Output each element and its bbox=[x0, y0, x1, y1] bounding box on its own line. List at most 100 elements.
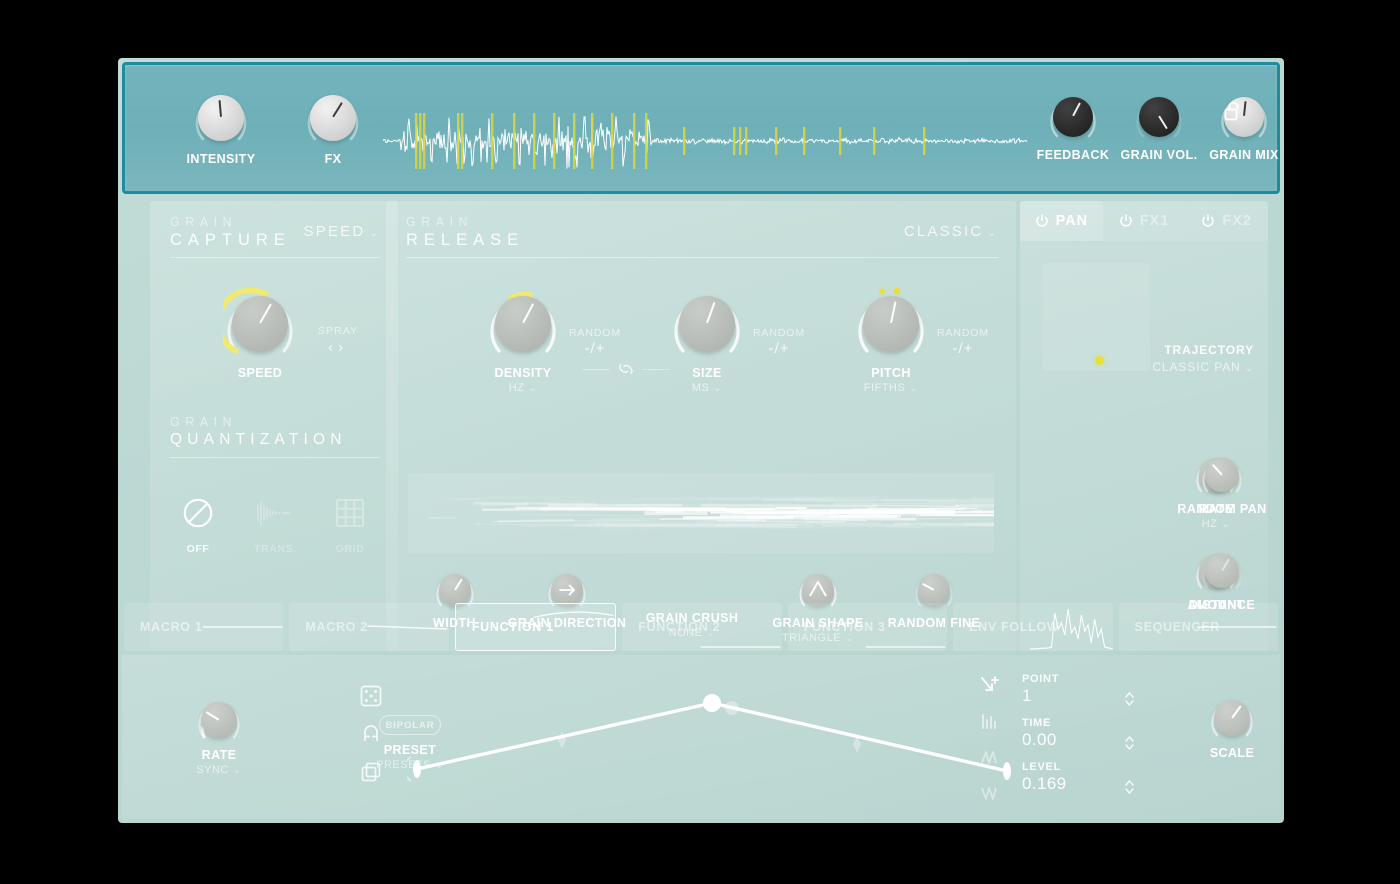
tab-fx2[interactable]: FX2 bbox=[1185, 201, 1269, 241]
intensity-knob[interactable] bbox=[192, 89, 250, 147]
power-icon bbox=[1119, 214, 1132, 227]
pitch-knob[interactable] bbox=[854, 287, 928, 361]
feedback-knob[interactable] bbox=[1047, 91, 1099, 143]
intensity-knob-group[interactable]: INTENSITY bbox=[161, 89, 281, 166]
rate-pan-unit-select[interactable]: HZ ⌄ bbox=[1166, 518, 1266, 530]
fx-knob[interactable] bbox=[304, 89, 362, 147]
spray-control[interactable]: SPRAY ‹› bbox=[308, 325, 368, 356]
fx-knob-group[interactable]: FX bbox=[273, 89, 393, 166]
power-icon bbox=[1035, 214, 1048, 227]
quantization-options: OFF TRANS. GRID bbox=[178, 497, 370, 555]
transient-waveform-icon bbox=[257, 501, 291, 525]
function-rate-knob-group[interactable]: RATE SYNC ⌄ bbox=[164, 697, 274, 776]
quant-option-grid[interactable]: GRID bbox=[330, 497, 370, 555]
density-random-control[interactable]: RANDOM -/+ bbox=[564, 327, 626, 358]
modtab-macro-2[interactable]: MACRO 2 bbox=[289, 603, 449, 651]
modtab-sequencer-label: SEQUENCER bbox=[1134, 620, 1221, 634]
function-rate-sync-select[interactable]: SYNC ⌄ bbox=[164, 764, 274, 776]
magnet-icon[interactable] bbox=[360, 723, 382, 745]
modulation-tab-bar: MACRO 1 MACRO 2 FUNCTION 1 FUNCTION 2 FU… bbox=[122, 603, 1280, 651]
point-label: POINT bbox=[1022, 673, 1060, 685]
modtab-macro-2-label: MACRO 2 bbox=[305, 620, 368, 634]
pitch-label: PITCH bbox=[871, 366, 911, 380]
modtab-macro-1-viz bbox=[202, 626, 282, 628]
distance-knob[interactable] bbox=[1200, 549, 1244, 593]
pan-xy-pad[interactable] bbox=[1042, 263, 1150, 371]
bar-steps-icon[interactable] bbox=[980, 711, 1000, 731]
ramp-down-icon[interactable] bbox=[980, 783, 1000, 803]
pitch-unit-select[interactable]: FIFTHS ⌄ bbox=[836, 382, 946, 394]
scale-knob-group[interactable]: SCALE bbox=[1182, 695, 1282, 760]
chevron-down-icon: ⌄ bbox=[528, 383, 538, 394]
time-stepper[interactable] bbox=[1124, 735, 1135, 751]
right-panel-tabs: PAN FX1 FX2 bbox=[1020, 201, 1269, 241]
size-unit-value: MS bbox=[691, 382, 710, 394]
intensity-label: INTENSITY bbox=[186, 152, 256, 166]
density-knob-group[interactable]: DENSITY HZ ⌄ bbox=[468, 287, 578, 394]
level-stepper[interactable] bbox=[1124, 779, 1135, 795]
spray-right-arrow-icon[interactable]: › bbox=[338, 339, 348, 356]
time-value[interactable]: 0.00 bbox=[1022, 730, 1157, 750]
density-unit-select[interactable]: HZ ⌄ bbox=[468, 382, 578, 394]
density-knob[interactable] bbox=[486, 287, 560, 361]
function-rate-label: RATE bbox=[201, 748, 237, 762]
chevron-down-icon: ⌄ bbox=[909, 383, 919, 394]
pitch-random-control[interactable]: RANDOM -/+ bbox=[932, 327, 994, 358]
grain-capture-mode-select[interactable]: SPEED ⌄ bbox=[304, 223, 380, 240]
modtab-function-2[interactable]: FUNCTION 2 bbox=[622, 603, 782, 651]
grain-quantization-heading-top: GRAIN bbox=[170, 415, 238, 429]
grain-release-mode-select[interactable]: CLASSIC ⌄ bbox=[904, 223, 998, 240]
point-value[interactable]: 1 bbox=[1022, 686, 1157, 706]
grain-release-divider bbox=[406, 257, 998, 258]
grain-quantization-heading-main: QUANTIZATION bbox=[170, 431, 347, 448]
tab-fx1[interactable]: FX1 bbox=[1102, 201, 1186, 241]
pan-position-dot[interactable] bbox=[1094, 355, 1104, 365]
time-field[interactable]: TIME 0.00 bbox=[1022, 717, 1157, 761]
spray-left-arrow-icon[interactable]: ‹ bbox=[328, 339, 338, 356]
modtab-function-1[interactable]: FUNCTION 1 bbox=[454, 603, 617, 651]
level-field[interactable]: LEVEL 0.169 bbox=[1022, 761, 1157, 805]
add-point-icon[interactable] bbox=[980, 675, 1000, 695]
modtab-macro-2-viz bbox=[367, 625, 448, 630]
copy-icon[interactable] bbox=[360, 761, 382, 783]
random-pan-knob-group[interactable]: RANDOM PAN bbox=[1172, 453, 1272, 516]
speed-knob-group[interactable]: SPEED bbox=[205, 287, 315, 380]
modtab-macro-1-label: MACRO 1 bbox=[140, 620, 203, 634]
right-panel: PAN FX1 FX2 TRAJECTORY CLASSIC PAN ⌄ RAT… bbox=[1020, 201, 1269, 651]
quant-option-off[interactable]: OFF bbox=[178, 497, 218, 555]
tab-pan[interactable]: PAN bbox=[1020, 201, 1103, 241]
size-random-control[interactable]: RANDOM -/+ bbox=[748, 327, 810, 358]
modtab-env-follow[interactable]: ENV FOLLOW bbox=[953, 603, 1113, 651]
function-curve-editor[interactable] bbox=[403, 673, 1022, 808]
modtab-macro-1[interactable]: MACRO 1 bbox=[124, 603, 284, 651]
pitch-knob-group[interactable]: PITCH FIFTHS ⌄ bbox=[836, 287, 946, 394]
density-label: DENSITY bbox=[494, 366, 552, 380]
trajectory-value-row[interactable]: CLASSIC PAN ⌄ bbox=[1152, 360, 1254, 374]
random-pan-knob[interactable] bbox=[1200, 453, 1244, 497]
speed-knob[interactable] bbox=[223, 287, 297, 361]
function-rate-knob[interactable] bbox=[196, 697, 242, 743]
grain-capture-divider bbox=[170, 257, 380, 258]
random-pan-label: RANDOM PAN bbox=[1177, 502, 1267, 516]
quant-option-grid-label: GRID bbox=[335, 543, 365, 555]
size-unit-select[interactable]: MS ⌄ bbox=[652, 382, 762, 394]
point-stepper[interactable] bbox=[1124, 691, 1135, 707]
chain-link-icon[interactable] bbox=[615, 361, 637, 377]
sample-waveform-display[interactable] bbox=[382, 111, 1028, 171]
trajectory-select[interactable]: TRAJECTORY CLASSIC PAN ⌄ bbox=[1152, 343, 1254, 374]
grain-capture-mode-value: SPEED bbox=[303, 223, 366, 240]
grain-vol-knob[interactable] bbox=[1133, 91, 1185, 143]
ramp-up-icon[interactable] bbox=[980, 747, 1000, 767]
point-field[interactable]: POINT 1 bbox=[1022, 673, 1157, 717]
quant-option-trans[interactable]: TRANS. bbox=[254, 497, 296, 555]
level-value[interactable]: 0.169 bbox=[1022, 774, 1157, 794]
spray-arrows[interactable]: ‹› bbox=[308, 339, 368, 356]
modtab-sequencer[interactable]: SEQUENCER bbox=[1118, 603, 1278, 651]
size-knob-group[interactable]: SIZE MS ⌄ bbox=[652, 287, 762, 394]
scale-label: SCALE bbox=[1209, 746, 1255, 760]
size-knob[interactable] bbox=[670, 287, 744, 361]
unlocked-padlock-icon[interactable] bbox=[1224, 101, 1241, 126]
scale-knob[interactable] bbox=[1209, 695, 1255, 741]
modtab-function-3[interactable]: FUNCTION 3 bbox=[787, 603, 948, 651]
dice-icon[interactable] bbox=[360, 685, 382, 707]
